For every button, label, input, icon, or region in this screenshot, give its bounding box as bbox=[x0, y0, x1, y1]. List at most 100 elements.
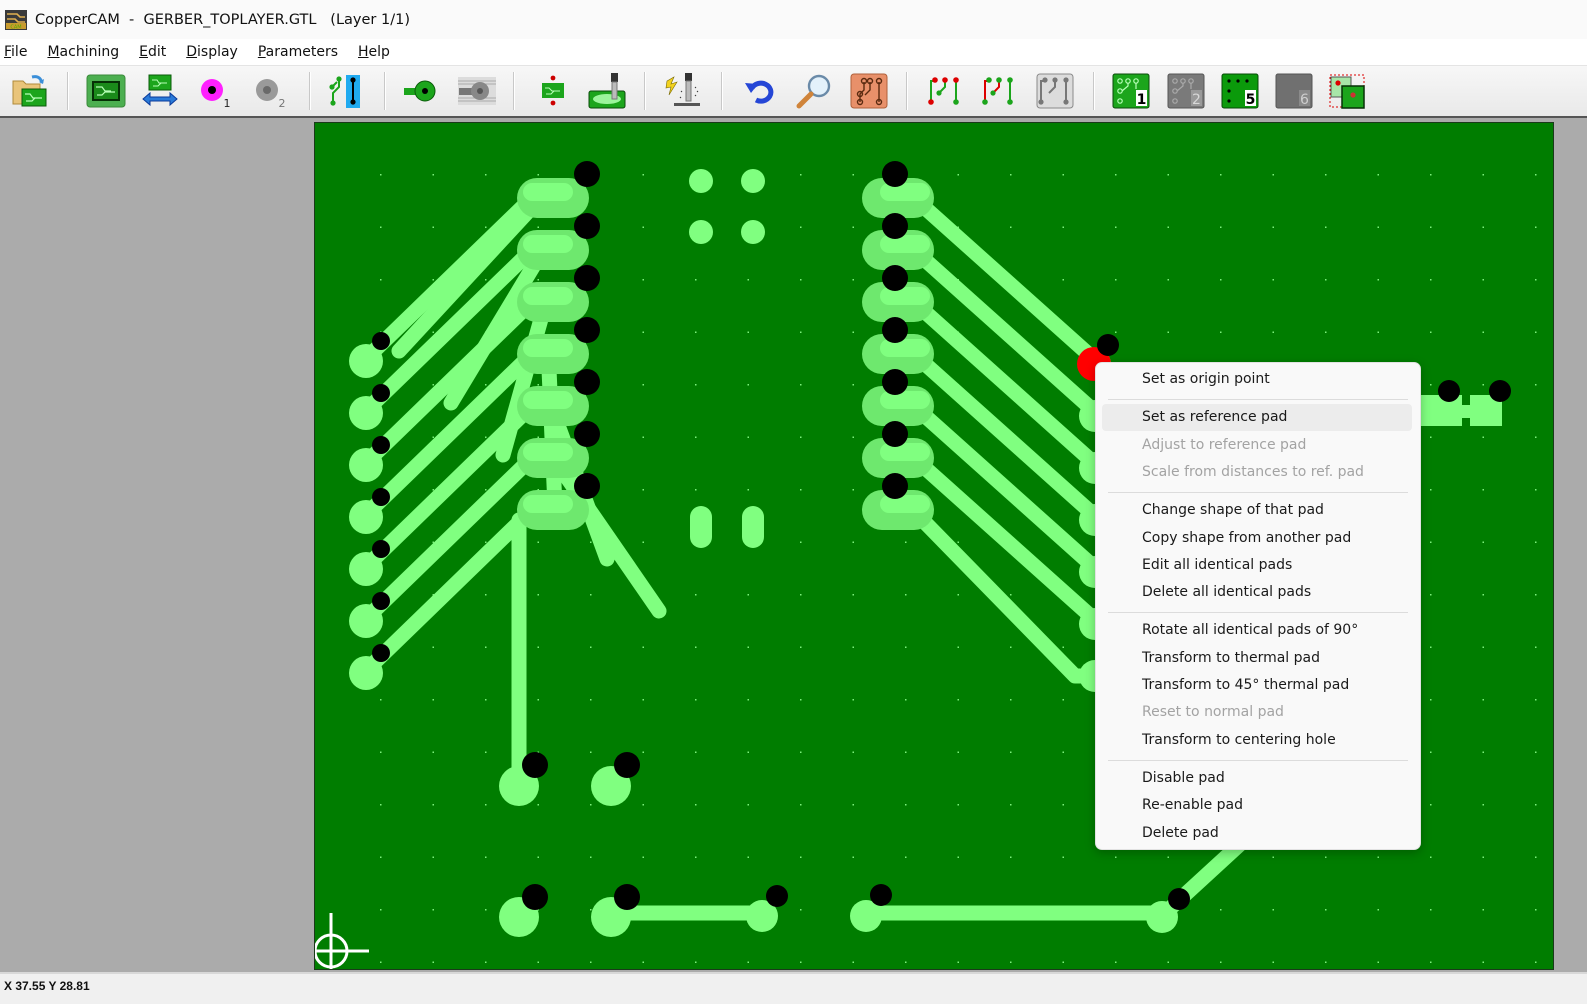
grid-dot bbox=[380, 751, 382, 753]
grid-dot bbox=[695, 961, 697, 963]
menu-item-transform-to-45-thermal-pad[interactable]: Transform to 45° thermal pad bbox=[1102, 672, 1412, 699]
open-file-button[interactable] bbox=[10, 71, 50, 111]
menu-machining[interactable]: Machining bbox=[43, 44, 127, 60]
undo-button[interactable] bbox=[740, 71, 780, 111]
grid-dot bbox=[1010, 174, 1012, 176]
milling-cutter-button[interactable] bbox=[587, 71, 627, 111]
panelize-icon bbox=[1329, 74, 1365, 109]
grid-dot bbox=[1535, 541, 1537, 543]
drill-hole bbox=[882, 213, 908, 239]
grid-dot bbox=[1272, 856, 1274, 858]
menu-separator bbox=[1108, 399, 1408, 401]
grid-dot bbox=[747, 751, 749, 753]
drilling-pass-5-button[interactable]: 5 bbox=[1220, 71, 1260, 111]
menu-separator bbox=[1108, 759, 1408, 761]
grid-dot bbox=[852, 436, 854, 438]
grid-dot bbox=[1272, 174, 1274, 176]
grid-dot bbox=[1430, 226, 1432, 228]
menu-help[interactable]: Help bbox=[354, 44, 398, 60]
grid-dot bbox=[695, 436, 697, 438]
engraving-pass-1-button[interactable]: 1 bbox=[1111, 71, 1151, 111]
grid-dot bbox=[905, 751, 907, 753]
grid-dot bbox=[852, 699, 854, 701]
menu-item-set-as-origin-point[interactable]: Set as origin point bbox=[1102, 366, 1412, 393]
grid-dot bbox=[957, 646, 959, 648]
pcb-view-button[interactable] bbox=[849, 71, 889, 111]
grid-dot bbox=[1430, 541, 1432, 543]
drill-engrave-button[interactable] bbox=[664, 71, 704, 111]
grid-dot bbox=[1167, 961, 1169, 963]
menu-item-copy-shape-from-another-pad[interactable]: Copy shape from another pad bbox=[1102, 525, 1412, 552]
menu-item-re-enable-pad[interactable]: Re-enable pad bbox=[1102, 792, 1412, 819]
grid-dot bbox=[800, 541, 802, 543]
panelize-button[interactable] bbox=[1328, 71, 1368, 111]
grid-dot bbox=[747, 594, 749, 596]
connect-tracks-green-button[interactable] bbox=[979, 71, 1019, 111]
drill-hole bbox=[522, 884, 548, 910]
menu-item-set-as-reference-pad[interactable]: Set as reference pad bbox=[1102, 404, 1412, 432]
ic-pad-inner bbox=[880, 183, 930, 201]
menu-item-adjust-to-reference-pad: Adjust to reference pad bbox=[1142, 436, 1307, 453]
grid-dot bbox=[695, 331, 697, 333]
menu-item-delete-all-identical-pads[interactable]: Delete all identical pads bbox=[1102, 579, 1412, 606]
grid-dot bbox=[380, 699, 382, 701]
grid-dot bbox=[747, 856, 749, 858]
grid-dot bbox=[852, 384, 854, 386]
menu-item-edit-all-identical-pads[interactable]: Edit all identical pads bbox=[1102, 552, 1412, 579]
grid-dot bbox=[800, 646, 802, 648]
grid-dot bbox=[485, 804, 487, 806]
grid-dot bbox=[1482, 961, 1484, 963]
grid-dot bbox=[642, 699, 644, 701]
grid-dot bbox=[800, 699, 802, 701]
ic-pad-inner bbox=[880, 235, 930, 253]
pad-contour-button[interactable] bbox=[457, 71, 497, 111]
grid-dot bbox=[1325, 226, 1327, 228]
grid-dot bbox=[1062, 961, 1064, 963]
menu-edit[interactable]: Edit bbox=[135, 44, 174, 60]
menu-item-transform-to-centering-hole[interactable]: Transform to centering hole bbox=[1102, 727, 1412, 754]
grid-dot bbox=[1535, 331, 1537, 333]
menu-item-change-shape-of-that-pad[interactable]: Change shape of that pad bbox=[1102, 497, 1412, 524]
grid-dot bbox=[1272, 961, 1274, 963]
reference-pad-1-button[interactable]: 1 bbox=[194, 71, 234, 111]
menu-item-disable-pad[interactable]: Disable pad bbox=[1102, 765, 1412, 792]
grid-dot bbox=[800, 961, 802, 963]
grid-dot bbox=[537, 226, 539, 228]
grid-dot bbox=[852, 594, 854, 596]
grid-dot bbox=[747, 331, 749, 333]
grid-dot bbox=[852, 856, 854, 858]
grid-dot bbox=[485, 699, 487, 701]
grid-dot bbox=[1272, 226, 1274, 228]
engraving-pass-2-button[interactable]: 2 bbox=[1166, 71, 1206, 111]
menu-item-transform-to-thermal-pad[interactable]: Transform to thermal pad bbox=[1102, 645, 1412, 672]
connect-tracks-red-button[interactable] bbox=[925, 71, 965, 111]
grid-dot bbox=[1062, 804, 1064, 806]
connect-tracks-gray-button[interactable] bbox=[1035, 71, 1075, 111]
menu-accelerator: M bbox=[47, 44, 60, 60]
grid-dot bbox=[590, 751, 592, 753]
drill-hole bbox=[882, 421, 908, 447]
tracks-button[interactable] bbox=[325, 71, 365, 111]
grid-dot bbox=[537, 804, 539, 806]
menu-file[interactable]: File bbox=[0, 44, 35, 60]
grid-dot bbox=[957, 856, 959, 858]
grid-dot bbox=[1010, 804, 1012, 806]
mirror-layer-button[interactable] bbox=[140, 71, 180, 111]
menu-item-delete-pad[interactable]: Delete pad bbox=[1102, 820, 1412, 847]
grid-dot bbox=[1010, 646, 1012, 648]
grid-dot bbox=[1482, 489, 1484, 491]
grid-dot bbox=[1430, 699, 1432, 701]
grid-dot bbox=[800, 804, 802, 806]
grid-dot bbox=[905, 961, 907, 963]
zoom-button[interactable] bbox=[795, 71, 835, 111]
menu-display[interactable]: Display bbox=[182, 44, 246, 60]
ic-pad-inner bbox=[523, 183, 573, 201]
grid-dot bbox=[1482, 226, 1484, 228]
cutting-pass-6-button[interactable]: 6 bbox=[1274, 71, 1314, 111]
menu-item-rotate-all-identical-pads-of-90[interactable]: Rotate all identical pads of 90° bbox=[1102, 617, 1412, 644]
reference-pad-2-button[interactable]: 2 bbox=[249, 71, 289, 111]
pcb-layer-button[interactable] bbox=[86, 71, 126, 111]
menu-parameters[interactable]: Parameters bbox=[254, 44, 346, 60]
pad-button[interactable] bbox=[402, 71, 442, 111]
board-dimensions-button[interactable] bbox=[533, 71, 573, 111]
